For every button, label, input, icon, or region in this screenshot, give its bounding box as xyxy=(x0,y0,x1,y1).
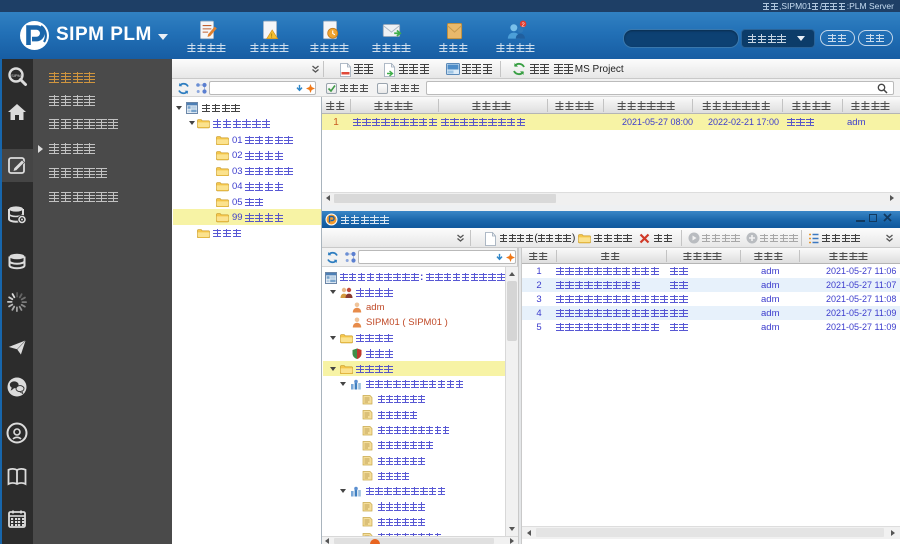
svg-text:!: ! xyxy=(271,33,273,40)
svg-text:SIPM: SIPM xyxy=(11,73,21,78)
svg-text:2: 2 xyxy=(521,22,524,28)
